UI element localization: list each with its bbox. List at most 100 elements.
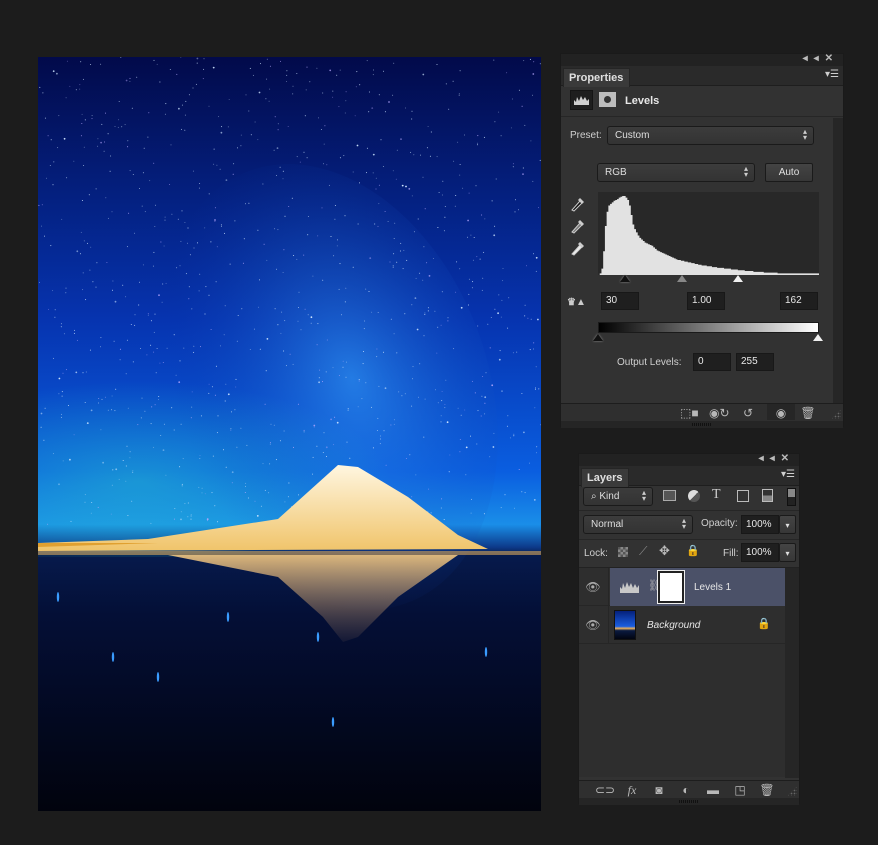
star	[113, 340, 115, 342]
star	[216, 432, 218, 434]
opacity-field[interactable]: 100%	[741, 515, 779, 534]
layer-row-background[interactable]: 👁 Background 🔒	[579, 606, 785, 644]
star	[326, 164, 328, 166]
fill-dropdown-button[interactable]: ▾	[779, 543, 796, 562]
star	[178, 107, 180, 110]
gray-point-eyedropper-icon[interactable]	[570, 216, 586, 237]
visibility-eye-icon[interactable]: 👁	[583, 618, 603, 632]
close-icon[interactable]: ✕	[825, 53, 839, 64]
input-white-slider[interactable]	[733, 275, 743, 282]
output-levels-label: Output Levels:	[617, 357, 682, 368]
layer-row-levels-1[interactable]: 👁 ⛓ Levels 1	[579, 568, 785, 606]
star	[532, 73, 535, 75]
star	[260, 63, 261, 65]
filter-adjustment-layers-icon[interactable]	[688, 490, 700, 502]
mask-icon[interactable]	[599, 92, 616, 107]
resize-grip-icon[interactable]	[831, 409, 841, 419]
star	[539, 63, 541, 65]
add-mask-icon[interactable]: ◙	[650, 783, 668, 797]
panel-drag-handle[interactable]	[579, 798, 799, 805]
filter-shape-layers-icon[interactable]	[737, 490, 749, 502]
star	[125, 465, 127, 467]
star	[97, 145, 99, 147]
layer-filter-dropdown[interactable]: ⌕ Kind ▴ ▾	[583, 487, 653, 506]
star	[190, 515, 192, 517]
channel-dropdown[interactable]: RGB ▴ ▾	[597, 163, 755, 182]
lock-all-icon[interactable]: 🔒	[686, 544, 700, 557]
star	[190, 514, 192, 515]
black-point-eyedropper-icon[interactable]	[570, 194, 586, 215]
input-white-field[interactable]: 162	[780, 292, 818, 310]
close-icon[interactable]: ✕	[781, 453, 795, 464]
clipping-warning-icon[interactable]: ♛▲	[567, 297, 586, 308]
layer-lock-icon[interactable]: 🔒	[757, 617, 771, 630]
filter-pixel-layers-icon[interactable]	[663, 490, 676, 501]
star	[150, 320, 152, 322]
blend-mode-dropdown[interactable]: Normal ▴ ▾	[583, 515, 693, 534]
scrollbar[interactable]	[833, 118, 843, 404]
output-black-slider[interactable]	[593, 334, 603, 341]
tab-properties[interactable]: Properties	[563, 68, 631, 87]
levels-adjustment-icon[interactable]	[570, 90, 593, 110]
document-canvas-image[interactable]	[38, 57, 541, 811]
panel-drag-handle[interactable]	[561, 421, 843, 428]
water-reflection-streak	[331, 717, 335, 727]
preset-dropdown[interactable]: Custom ▴ ▾	[607, 126, 814, 145]
fx-icon[interactable]: fx	[623, 783, 641, 798]
star	[372, 74, 374, 76]
layer-name[interactable]: Levels 1	[694, 582, 731, 593]
layer-name[interactable]: Background	[647, 620, 700, 631]
star	[366, 60, 368, 62]
double-chevron-left-icon[interactable]: ◂◂	[803, 53, 825, 64]
input-gamma-field[interactable]: 1.00	[687, 292, 725, 310]
panel-title-bar[interactable]: ◂◂✕	[561, 53, 843, 66]
auto-button[interactable]: Auto	[765, 163, 813, 182]
delete-icon[interactable]: 🗑	[799, 406, 817, 420]
link-layers-icon[interactable]: ⊂⊃	[595, 783, 615, 797]
panel-menu-icon[interactable]: ▾☰	[825, 69, 839, 80]
star	[526, 265, 527, 267]
clip-to-layer-icon[interactable]: ⬚■	[680, 406, 699, 420]
scrollbar[interactable]	[785, 568, 799, 778]
star	[476, 443, 478, 445]
filter-toggle-switch[interactable]	[787, 488, 796, 506]
panel-menu-icon[interactable]: ▾☰	[781, 469, 795, 480]
tab-layers[interactable]: Layers	[581, 468, 630, 487]
input-black-slider[interactable]	[620, 275, 630, 282]
output-white-field[interactable]: 255	[736, 353, 774, 371]
view-previous-state-icon[interactable]: ◉↻	[709, 406, 730, 420]
new-group-icon[interactable]: ▬	[704, 783, 722, 797]
new-adjustment-icon[interactable]: ◐	[677, 783, 695, 797]
star	[85, 371, 87, 373]
reset-icon[interactable]: ↺	[739, 406, 757, 420]
layer-mask-thumbnail[interactable]	[657, 570, 685, 604]
output-black-field[interactable]: 0	[693, 353, 731, 371]
fill-field[interactable]: 100%	[741, 543, 779, 562]
delete-layer-icon[interactable]: 🗑	[758, 783, 776, 797]
white-point-eyedropper-icon[interactable]	[570, 238, 586, 259]
star	[307, 314, 309, 316]
lock-position-icon[interactable]: ✥	[659, 543, 670, 559]
resize-grip-icon[interactable]	[787, 786, 797, 796]
star	[465, 446, 468, 449]
double-chevron-left-icon[interactable]: ◂◂	[759, 453, 781, 464]
lock-image-pixels-icon[interactable]: ⟋	[639, 544, 647, 559]
toggle-visibility-icon[interactable]: ◉	[767, 404, 795, 420]
star	[232, 173, 234, 175]
opacity-dropdown-button[interactable]: ▾	[779, 515, 796, 534]
star	[346, 441, 348, 443]
star	[69, 85, 71, 87]
output-white-slider[interactable]	[813, 334, 823, 341]
filter-type-layers-icon[interactable]: T	[712, 487, 721, 503]
input-gamma-slider[interactable]	[677, 275, 687, 282]
star	[498, 294, 500, 296]
new-layer-icon[interactable]: ◳	[731, 783, 749, 797]
filter-smart-objects-icon[interactable]	[762, 489, 773, 502]
star	[201, 492, 203, 494]
lock-transparent-pixels-icon[interactable]	[618, 547, 628, 557]
input-black-field[interactable]: 30	[601, 292, 639, 310]
panel-title-bar[interactable]: ◂◂✕	[579, 453, 799, 466]
star	[125, 79, 128, 82]
star	[275, 459, 277, 461]
visibility-eye-icon[interactable]: 👁	[583, 580, 603, 594]
